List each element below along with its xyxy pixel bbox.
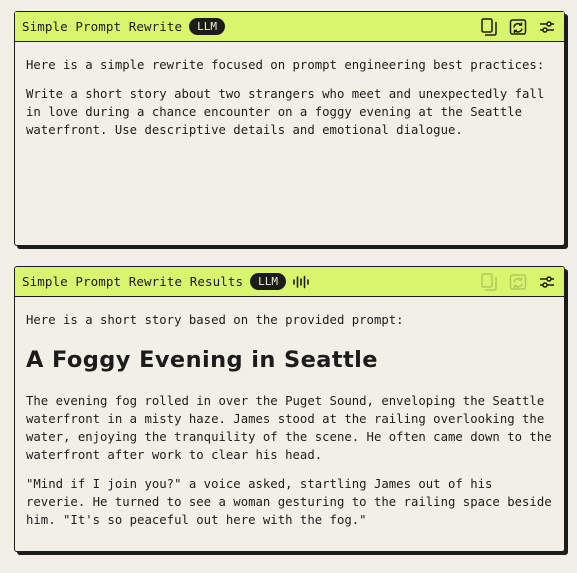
header-actions bbox=[480, 17, 556, 36]
llm-badge: LLM bbox=[189, 18, 226, 35]
prompt-rewrite-panel: Simple Prompt Rewrite LLM Here is a simp… bbox=[14, 11, 565, 246]
panel-header: Simple Prompt Rewrite LLM bbox=[15, 12, 564, 42]
rewritten-prompt: Write a short story about two strangers … bbox=[26, 87, 545, 137]
panel-title: Simple Prompt Rewrite Results bbox=[22, 274, 244, 289]
intro-text: Here is a simple rewrite focused on prom… bbox=[26, 58, 545, 72]
copy-icon[interactable] bbox=[480, 17, 498, 36]
settings-sliders-icon[interactable] bbox=[538, 18, 556, 36]
prompt-results-panel: Simple Prompt Rewrite Results LLM Here i… bbox=[14, 266, 565, 552]
story-paragraph: "Mind if I join you?" a voice asked, sta… bbox=[26, 477, 552, 527]
panel-body: Here is a simple rewrite focused on prom… bbox=[15, 42, 564, 139]
llm-badge: LLM bbox=[250, 273, 287, 290]
intro-text: Here is a short story based on the provi… bbox=[26, 313, 404, 327]
panel-header: Simple Prompt Rewrite Results LLM bbox=[15, 267, 564, 297]
panel-body: Here is a short story based on the provi… bbox=[15, 297, 564, 529]
refresh-icon[interactable] bbox=[509, 273, 527, 291]
story-paragraph: The evening fog rolled in over the Puget… bbox=[26, 394, 552, 462]
story-title: A Foggy Evening in Seattle bbox=[26, 347, 378, 373]
refresh-icon[interactable] bbox=[509, 18, 527, 36]
copy-icon[interactable] bbox=[480, 272, 498, 291]
audio-wave-icon[interactable] bbox=[292, 274, 310, 290]
panel-title: Simple Prompt Rewrite bbox=[22, 19, 183, 34]
settings-sliders-icon[interactable] bbox=[538, 273, 556, 291]
header-actions bbox=[480, 272, 556, 291]
